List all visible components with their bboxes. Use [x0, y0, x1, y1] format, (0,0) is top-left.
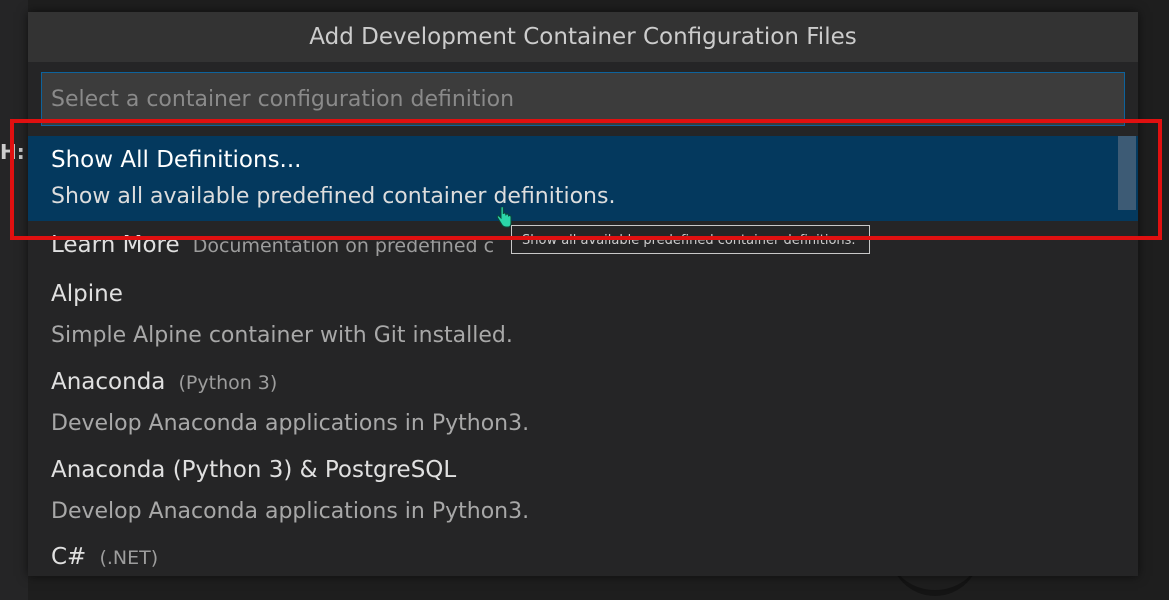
- scrollbar-thumb[interactable]: [1118, 136, 1136, 210]
- list-item-detail: Show all available predefined container …: [51, 184, 616, 209]
- quick-pick-widget: Add Development Container Configuration …: [28, 12, 1138, 576]
- background-text: H:: [0, 140, 25, 164]
- list-item-alpine[interactable]: Alpine Simple Alpine container with Git …: [28, 269, 1138, 357]
- quick-pick-list: Show All Definitions... Show all availab…: [28, 136, 1138, 576]
- quick-pick-input[interactable]: [41, 72, 1125, 126]
- list-item-anaconda[interactable]: Anaconda (Python 3) Develop Anaconda app…: [28, 357, 1138, 445]
- list-item-detail: Develop Anaconda applications in Python3…: [51, 499, 530, 524]
- list-item-show-all-definitions[interactable]: Show All Definitions... Show all availab…: [28, 136, 1138, 221]
- quick-pick-title: Add Development Container Configuration …: [28, 12, 1138, 62]
- screen: H: Add Development Container Configurati…: [0, 0, 1169, 600]
- list-item-description: (Python 3): [178, 372, 278, 394]
- hand-pointer-icon: [496, 205, 512, 229]
- list-item-label: Anaconda: [51, 369, 166, 395]
- list-item-label: Learn More: [51, 232, 180, 258]
- list-item-csharp[interactable]: C# (.NET): [28, 533, 1138, 576]
- list-item-detail: Simple Alpine container with Git install…: [51, 323, 513, 348]
- list-item-anaconda-postgresql[interactable]: Anaconda (Python 3) & PostgreSQL Develop…: [28, 445, 1138, 533]
- list-item-detail: Develop Anaconda applications in Python3…: [51, 411, 530, 436]
- list-item-label: Anaconda (Python 3) & PostgreSQL: [51, 457, 457, 483]
- list-item-description: (.NET): [99, 547, 159, 569]
- list-item-label: Alpine: [51, 281, 123, 307]
- tooltip: Show all available predefined container …: [511, 225, 870, 254]
- list-item-label: Show All Definitions...: [51, 147, 302, 173]
- quick-pick-input-container: [28, 62, 1138, 126]
- editor-background: [0, 0, 28, 600]
- list-item-description: Documentation on predefined c: [192, 235, 495, 257]
- list-item-label: C#: [51, 544, 87, 570]
